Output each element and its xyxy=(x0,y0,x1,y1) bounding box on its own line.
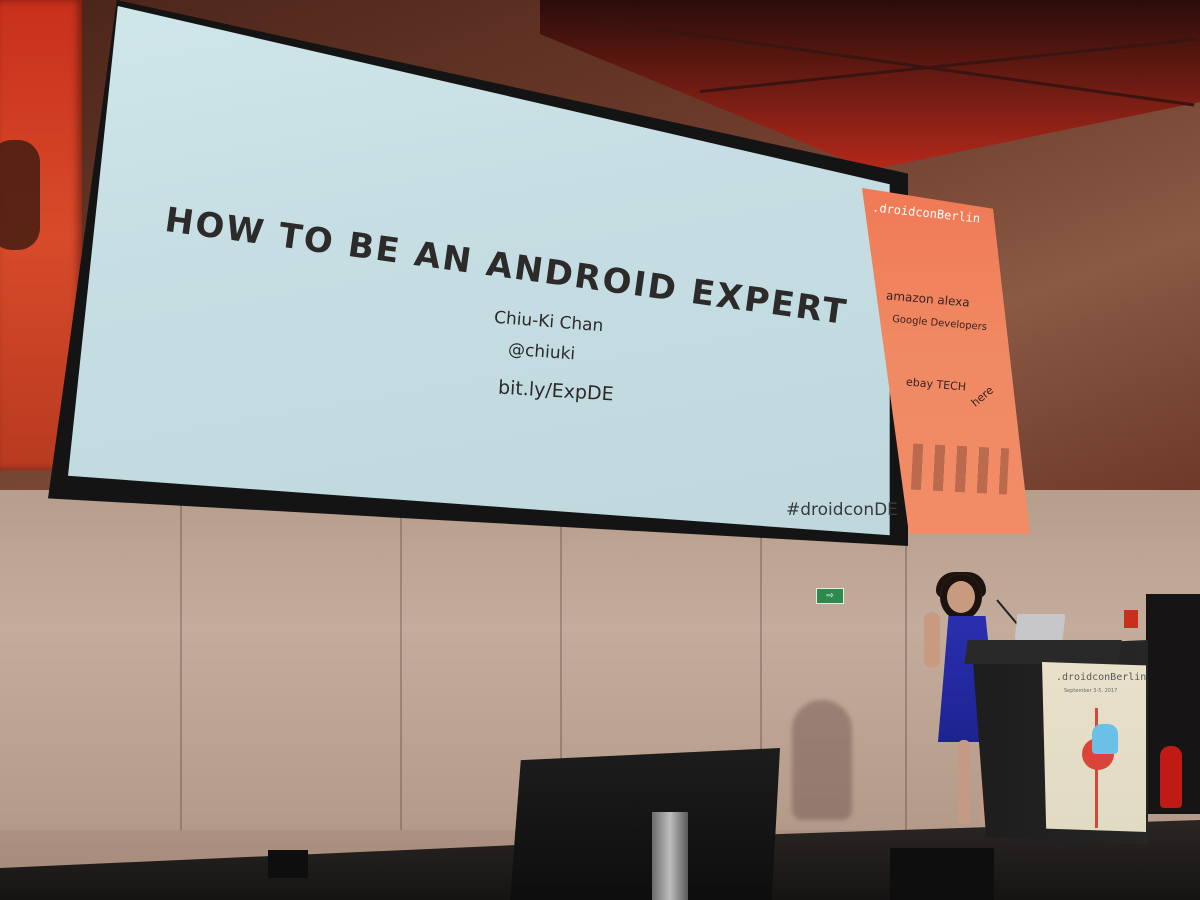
laptop xyxy=(1014,614,1066,640)
android-robot-graphic xyxy=(0,140,40,250)
monitor-stand xyxy=(652,812,688,900)
fire-sign xyxy=(1124,610,1138,628)
podium-top xyxy=(964,640,1122,664)
floor-monitor-speaker xyxy=(890,848,994,900)
speaker-leg xyxy=(958,740,970,824)
podium-brand: .droidconBerlin xyxy=(1056,672,1147,683)
wall-seam xyxy=(400,500,402,830)
speaker-shadow xyxy=(792,700,852,820)
stage-monitor xyxy=(510,748,780,900)
conference-stage-photo: HOW TO BE AN ANDROID EXPERT Chiu-Ki Chan… xyxy=(0,0,1200,900)
speaker-arm xyxy=(924,612,940,668)
podium-date: September 3-5, 2017 xyxy=(1064,688,1118,694)
slide-hashtag: #droidconDE xyxy=(786,500,898,520)
floor-speaker xyxy=(268,850,308,878)
exit-sign: ⇨ xyxy=(816,588,844,604)
android-mascot-icon xyxy=(1092,724,1118,754)
sponsor-logo-grid xyxy=(910,443,1010,495)
fire-extinguisher xyxy=(1160,746,1182,808)
wall-seam xyxy=(180,500,182,830)
wall-seam xyxy=(905,500,907,830)
speaker-head xyxy=(940,574,982,620)
